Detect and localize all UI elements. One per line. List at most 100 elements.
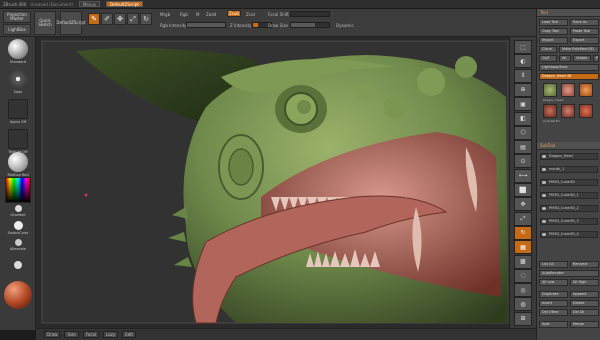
texture-selector[interactable]: Texture Off: [5, 129, 31, 154]
bottom-size-button[interactable]: Size: [64, 331, 79, 338]
alternate-toggle[interactable]: Alternate: [5, 239, 31, 251]
visible-button[interactable]: Visible: [573, 55, 591, 62]
material-swatch-small[interactable]: [5, 261, 31, 269]
tool-thumb-cylinder[interactable]: [543, 104, 557, 118]
load-tool-button[interactable]: Load Tool: [539, 19, 568, 26]
move-icon[interactable]: ✥: [114, 13, 126, 25]
insert-button[interactable]: Insert: [539, 300, 568, 307]
eye-icon[interactable]: [542, 207, 546, 210]
del-other-button[interactable]: Del Other: [539, 309, 568, 316]
import-button[interactable]: Import: [539, 37, 568, 44]
draw-size-slider[interactable]: [290, 22, 330, 28]
paste-tool-button[interactable]: Paste Tool: [570, 28, 599, 35]
shelf-persp-button[interactable]: ⬡: [514, 125, 532, 140]
current-tool-slider[interactable]: Dragon_Head 48: [539, 73, 599, 80]
m-label[interactable]: M: [196, 12, 199, 17]
bottom-focal-button[interactable]: Focal: [82, 331, 100, 338]
shelf-frame-button[interactable]: ⬜: [514, 183, 532, 197]
eye-icon[interactable]: [542, 181, 546, 184]
eye-icon[interactable]: [542, 220, 546, 223]
all-button[interactable]: All: [559, 55, 571, 62]
bottom-draw-button[interactable]: Draw: [44, 331, 61, 338]
shelf-ghost-button[interactable]: ◎: [514, 283, 532, 298]
rgb-intensity-slider[interactable]: [186, 22, 226, 28]
switch-color-toggle[interactable]: SwitchColor: [5, 221, 31, 235]
zcut-label[interactable]: Zcut: [246, 12, 255, 17]
shelf-transp-button[interactable]: ◌: [514, 268, 532, 283]
shelf-local-button[interactable]: ⊙: [514, 154, 532, 169]
r-button[interactable]: R: [593, 55, 599, 62]
stroke-selector[interactable]: Dots: [5, 69, 31, 94]
eye-icon[interactable]: [542, 155, 546, 158]
shelf-move-button[interactable]: ✥: [514, 197, 532, 212]
shelf-floor-button[interactable]: ▤: [514, 140, 532, 155]
list-all-button[interactable]: List All: [539, 261, 568, 268]
subtool-row[interactable]: PM3D_Cube3D: [540, 179, 598, 186]
document-canvas[interactable]: [36, 37, 536, 328]
eye-icon[interactable]: [542, 233, 546, 236]
merge-button[interactable]: Merge: [570, 321, 599, 328]
subtool-row[interactable]: PM3D_Cube3D_3: [540, 218, 598, 225]
append-button[interactable]: Append: [570, 291, 599, 298]
default-zscript-button[interactable]: DefaultZScript: [106, 1, 143, 7]
clone-button[interactable]: Clone: [539, 46, 557, 53]
shelf-scroll-button[interactable]: ⇕: [514, 68, 532, 83]
shelf-scale-button[interactable]: ⤢: [514, 211, 532, 226]
bottom-lazy-button[interactable]: Lazy: [103, 331, 119, 338]
save-as-button[interactable]: Save As: [570, 19, 599, 26]
alpha-selector[interactable]: Alpha Off: [5, 99, 31, 124]
shelf-actual-button[interactable]: ▣: [514, 97, 532, 112]
rotate-icon[interactable]: ↻: [140, 13, 152, 25]
all-low-button[interactable]: All Low: [539, 279, 568, 286]
rgb-label[interactable]: Rgb: [180, 12, 188, 17]
subtool-row[interactable]: PM3D_Cube3D_2: [540, 205, 598, 212]
zadd-label[interactable]: Zadd: [206, 12, 216, 17]
shelf-polyf-button[interactable]: ▩: [514, 254, 532, 269]
tool-thumb-cube[interactable]: [561, 104, 575, 118]
shelf-bpr-button[interactable]: ⬚: [514, 40, 532, 54]
shelf-lsym-button[interactable]: ⟷: [514, 168, 532, 183]
projection-master-button[interactable]: Projection Master: [3, 11, 31, 23]
all-high-button[interactable]: All High: [570, 279, 599, 286]
del-all-button[interactable]: Del All: [570, 309, 599, 316]
color-picker[interactable]: [5, 177, 31, 203]
subtool-row[interactable]: Dragon_Head: [540, 153, 598, 160]
scale-icon[interactable]: ⤢: [127, 13, 139, 25]
edit-mode-icon[interactable]: ✎: [88, 13, 100, 25]
subtool-row[interactable]: PM3D_Cube3D_1: [540, 192, 598, 199]
shelf-solo-button[interactable]: ◍: [514, 297, 532, 312]
shelf-xpose-button[interactable]: ⊞: [514, 311, 532, 326]
copy-tool-button[interactable]: Copy Tool: [539, 28, 568, 35]
delete-button[interactable]: Delete: [570, 300, 599, 307]
tool-thumb-active[interactable]: [579, 83, 593, 97]
menus-button[interactable]: Menus: [78, 1, 100, 7]
default-zscript-shelf-button[interactable]: DefaultZScript: [57, 11, 85, 35]
shelf-rotate-button[interactable]: ↻: [514, 225, 532, 240]
goz-button[interactable]: GoZ: [539, 55, 557, 62]
autoreorder-button[interactable]: AutoReorder: [539, 270, 599, 277]
mrgb-label[interactable]: Mrgb: [160, 12, 170, 17]
tool-thumb-simplebrush[interactable]: [561, 83, 575, 97]
quick-sketch-button[interactable]: Quick Sketch: [34, 11, 56, 35]
eye-icon[interactable]: [542, 168, 546, 171]
lightbox-button[interactable]: LightBox: [3, 24, 31, 35]
make-polymesh-button[interactable]: Make PolyMesh3D: [559, 46, 599, 53]
subtool-row[interactable]: mouth_1: [540, 166, 598, 173]
red-wax-material[interactable]: [3, 281, 33, 309]
tool-thumb-polymesh[interactable]: [579, 104, 593, 118]
subtool-header[interactable]: SubTool: [537, 142, 600, 150]
export-button[interactable]: Export: [570, 37, 599, 44]
shelf-spix-button[interactable]: ◐: [514, 54, 532, 69]
shelf-line-fill-button[interactable]: ▦: [514, 240, 532, 255]
dynamic-label[interactable]: Dynamic: [336, 23, 354, 28]
brush-selector[interactable]: Standard: [5, 39, 31, 64]
rename-button[interactable]: Rename: [570, 261, 599, 268]
shelf-zoom-button[interactable]: ⊕: [514, 82, 532, 97]
tool-thumb-dragon-head[interactable]: [543, 83, 557, 97]
bottom-edit-button[interactable]: Edit: [122, 331, 136, 338]
draw-mode-icon[interactable]: ✐: [101, 13, 113, 25]
subtool-row[interactable]: PM3D_Cube3D_4: [540, 231, 598, 238]
tool-palette-header[interactable]: Tool: [537, 9, 600, 17]
eye-icon[interactable]: [542, 194, 546, 197]
split-button[interactable]: Split: [539, 321, 568, 328]
